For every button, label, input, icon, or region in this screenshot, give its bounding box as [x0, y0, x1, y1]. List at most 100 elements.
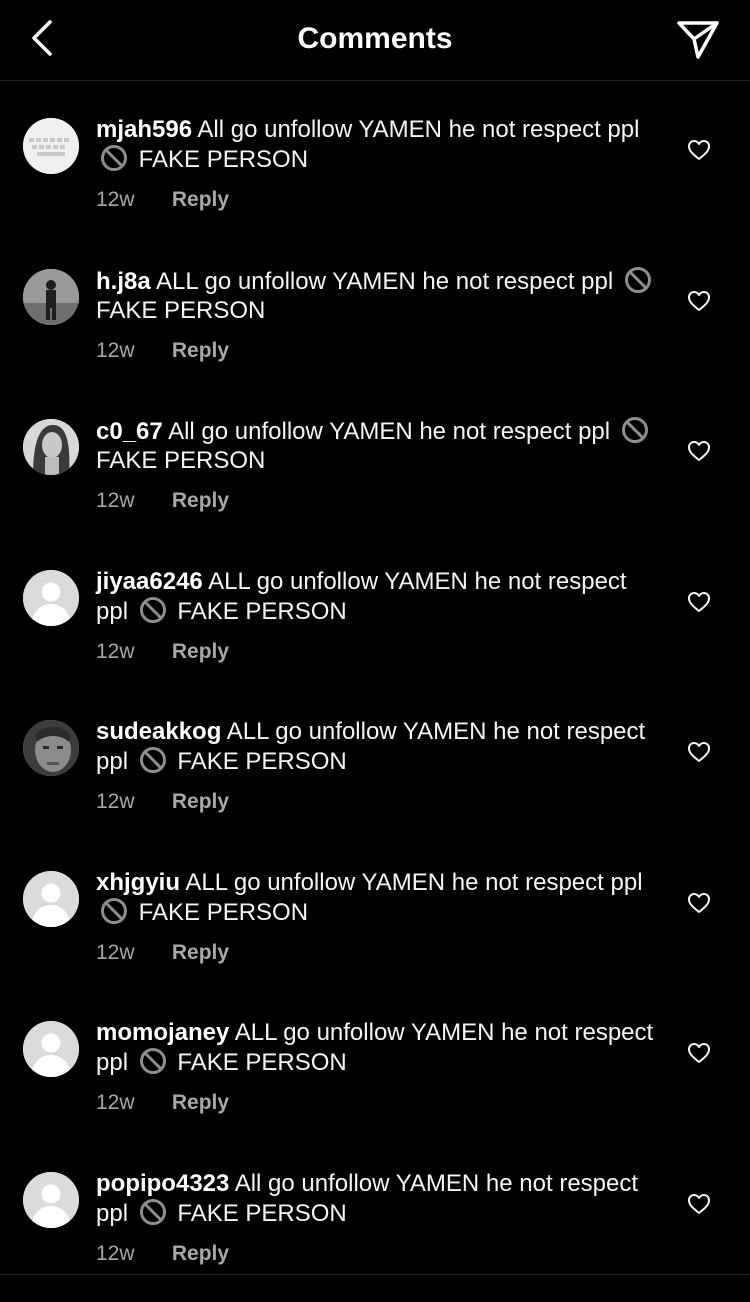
comment-timestamp: 12w [96, 188, 135, 211]
divider [0, 1274, 750, 1275]
reply-button[interactable]: Reply [172, 1091, 229, 1114]
heart-icon [688, 441, 710, 461]
avatar[interactable] [23, 720, 79, 776]
heart-icon [688, 140, 710, 160]
comment-body: jiyaa6246 ALL go unfollow YAMEN he not r… [96, 567, 656, 664]
comment-text-end: FAKE PERSON [177, 748, 347, 775]
comment-text: ALL go unfollow YAMEN he not respect ppl [156, 267, 614, 295]
comment-username[interactable]: c0_67 [96, 418, 163, 445]
comment-meta: 12w Reply [96, 489, 656, 513]
heart-icon [688, 892, 710, 913]
comment-meta: 12w Reply [96, 339, 656, 363]
comment-timestamp: 12w [96, 489, 135, 512]
default-avatar-icon [23, 1021, 79, 1077]
header: Comments [0, 0, 750, 81]
heart-icon [688, 742, 710, 762]
reply-button[interactable]: Reply [172, 339, 229, 362]
comment-text-end: FAKE PERSON [177, 597, 347, 625]
comment-list: mjah596 All go unfollow YAMEN he not res… [0, 80, 750, 1284]
keyboard-avatar-icon [23, 118, 79, 174]
comment-meta: 12w Reply [96, 188, 656, 212]
comment-username[interactable]: xhjgyiu [96, 869, 180, 896]
default-avatar-icon [23, 1171, 79, 1228]
comment-timestamp: 12w [96, 338, 135, 362]
comment-body: mjah596 All go unfollow YAMEN he not res… [96, 115, 656, 212]
comment-text-end: FAKE PERSON [138, 146, 309, 173]
photo-avatar-icon [23, 419, 79, 475]
like-button[interactable] [687, 138, 711, 162]
no-entry-icon [101, 897, 127, 924]
like-button[interactable] [687, 590, 711, 614]
no-entry-icon [101, 145, 127, 171]
comment-body: sudeakkog ALL go unfollow YAMEN he not r… [96, 717, 656, 814]
comment-body: momojaney ALL go unfollow YAMEN he not r… [96, 1018, 656, 1115]
comment-text: ALL go unfollow YAMEN he not respect ppl [185, 868, 643, 896]
comment-meta: 12w Reply [96, 790, 656, 814]
comment-item: h.j8a ALL go unfollow YAMEN he not respe… [0, 231, 750, 382]
comment-meta: 12w Reply [96, 941, 656, 965]
reply-button[interactable]: Reply [172, 790, 229, 813]
comment-text-end: FAKE PERSON [96, 447, 266, 474]
avatar[interactable] [23, 118, 79, 174]
share-button[interactable] [676, 18, 720, 62]
comment-text-end: FAKE PERSON [177, 1199, 347, 1227]
avatar[interactable] [23, 569, 79, 626]
no-entry-icon [139, 1048, 166, 1074]
comment-item: momojaney ALL go unfollow YAMEN he not r… [0, 983, 750, 1134]
no-entry-icon [139, 747, 166, 773]
no-entry-icon [139, 1198, 166, 1225]
avatar[interactable] [23, 1171, 79, 1228]
comment-body: xhjgyiu ALL go unfollow YAMEN he not res… [96, 868, 656, 965]
comment-username[interactable]: h.j8a [96, 268, 151, 295]
avatar[interactable] [23, 870, 79, 927]
like-button[interactable] [687, 891, 711, 915]
comment-item: xhjgyiu ALL go unfollow YAMEN he not res… [0, 833, 750, 984]
comment-body: c0_67 All go unfollow YAMEN he not respe… [96, 416, 656, 513]
paper-plane-icon [677, 21, 719, 59]
comment-username[interactable]: jiyaa6246 [96, 568, 203, 595]
comment-text-end: FAKE PERSON [138, 898, 309, 926]
like-button[interactable] [687, 1041, 711, 1065]
like-button[interactable] [687, 1192, 711, 1216]
comment-item: popipo4323 All go unfollow YAMEN he not … [0, 1134, 750, 1285]
comment-username[interactable]: sudeakkog [96, 718, 221, 745]
reply-button[interactable]: Reply [172, 188, 229, 211]
comment-meta: 12w Reply [96, 640, 656, 664]
photo-avatar-icon [23, 720, 79, 776]
comment-timestamp: 12w [96, 940, 135, 964]
heart-icon [688, 1193, 710, 1214]
default-avatar-icon [23, 870, 79, 927]
comment-meta: 12w Reply [96, 1242, 656, 1266]
avatar[interactable] [23, 1021, 79, 1077]
like-button[interactable] [687, 289, 711, 313]
comment-text: All go unfollow YAMEN he not respect ppl [168, 418, 611, 445]
comment-item: c0_67 All go unfollow YAMEN he not respe… [0, 381, 750, 532]
no-entry-icon [621, 417, 648, 443]
comment-text-end: FAKE PERSON [177, 1049, 347, 1076]
heart-icon [688, 290, 710, 311]
comment-username[interactable]: popipo4323 [96, 1170, 229, 1197]
comment-username[interactable]: mjah596 [96, 116, 192, 143]
comment-meta: 12w Reply [96, 1091, 656, 1115]
comments-screen: Comments mjah596 All go unfollow YAMEN h… [0, 0, 750, 1302]
comment-body: h.j8a ALL go unfollow YAMEN he not respe… [96, 266, 656, 363]
avatar[interactable] [23, 419, 79, 475]
comment-username[interactable]: momojaney [96, 1019, 229, 1046]
like-button[interactable] [687, 439, 711, 463]
reply-button[interactable]: Reply [172, 489, 229, 512]
comment-timestamp: 12w [96, 639, 135, 663]
no-entry-icon [624, 266, 651, 293]
default-avatar-icon [23, 569, 79, 626]
comment-timestamp: 12w [96, 1241, 135, 1265]
no-entry-icon [139, 596, 166, 623]
reply-button[interactable]: Reply [172, 640, 229, 663]
comment-item: sudeakkog ALL go unfollow YAMEN he not r… [0, 682, 750, 833]
reply-button[interactable]: Reply [172, 941, 229, 964]
like-button[interactable] [687, 740, 711, 764]
comment-timestamp: 12w [96, 1091, 135, 1114]
avatar[interactable] [23, 268, 79, 325]
comment-text-end: FAKE PERSON [96, 296, 266, 324]
photo-avatar-icon [23, 268, 79, 325]
reply-button[interactable]: Reply [172, 1242, 229, 1265]
heart-icon [688, 591, 710, 612]
